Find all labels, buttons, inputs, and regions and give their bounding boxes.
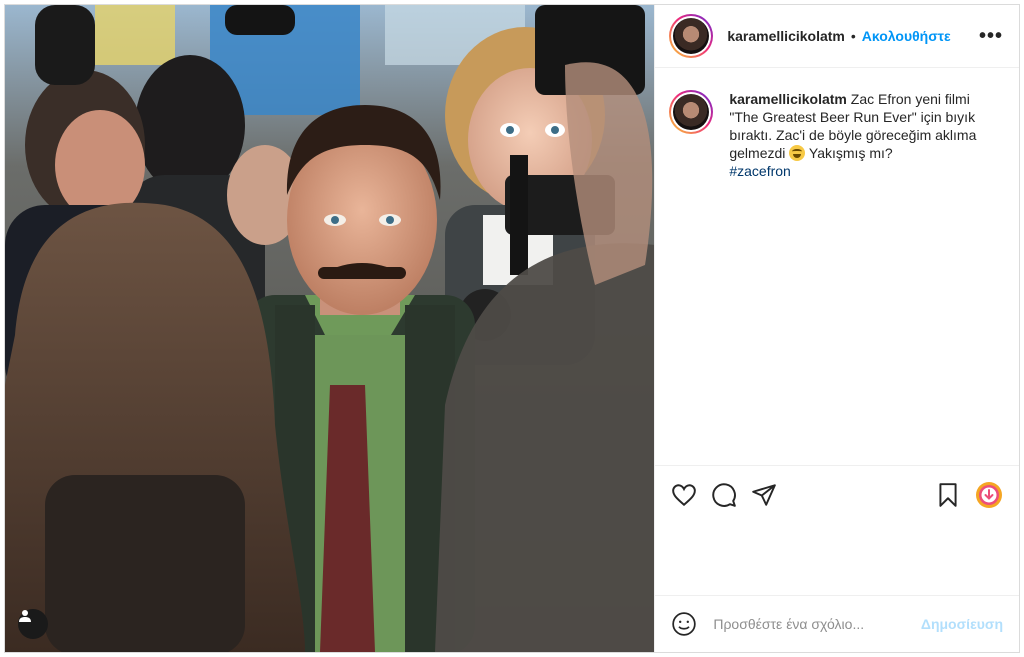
grinning-sweat-emoji-icon: [789, 145, 806, 161]
caption-section: karamellicikolatm Zac Efron yeni filmi "…: [655, 68, 1019, 466]
post-photo[interactable]: [5, 5, 655, 652]
header-username[interactable]: karamellicikolatm: [727, 28, 845, 44]
heart-icon[interactable]: [671, 482, 697, 508]
comment-bar: Δημοσίευση: [655, 596, 1019, 652]
user-tag-icon: [19, 610, 31, 622]
avatar-image: [673, 94, 710, 130]
more-options-icon[interactable]: •••: [979, 25, 1003, 48]
separator-dot: •: [850, 28, 856, 44]
bookmark-icon[interactable]: [935, 482, 961, 508]
follow-button[interactable]: Ακολουθήστε: [862, 28, 951, 44]
avatar[interactable]: [669, 14, 714, 58]
comment-input[interactable]: [713, 616, 921, 632]
actions-section: [655, 466, 1019, 596]
hashtag-link[interactable]: #zacefron: [729, 163, 790, 179]
share-icon[interactable]: [751, 482, 777, 508]
post-header: karamellicikolatm • Ακολουθήστε •••: [655, 5, 1019, 68]
user-tag-button[interactable]: [18, 609, 48, 639]
caption-username[interactable]: karamellicikolatm: [729, 91, 847, 107]
caption-body-2: Yakışmış mı?: [805, 145, 893, 161]
post-comment-button[interactable]: Δημοσίευση: [921, 616, 1003, 632]
caption-text: karamellicikolatm Zac Efron yeni filmi "…: [729, 90, 999, 180]
avatar-image: [673, 18, 710, 54]
emoji-icon[interactable]: [671, 611, 697, 637]
comment-icon[interactable]: [711, 482, 737, 508]
photo-illustration: [5, 5, 655, 652]
download-icon[interactable]: [975, 481, 1003, 509]
action-bar: [655, 466, 1019, 524]
caption-avatar[interactable]: [669, 90, 714, 134]
instagram-post: karamellicikolatm • Ακολουθήστε ••• kara…: [4, 4, 1020, 653]
post-side-panel: karamellicikolatm • Ακολουθήστε ••• kara…: [654, 5, 1019, 652]
